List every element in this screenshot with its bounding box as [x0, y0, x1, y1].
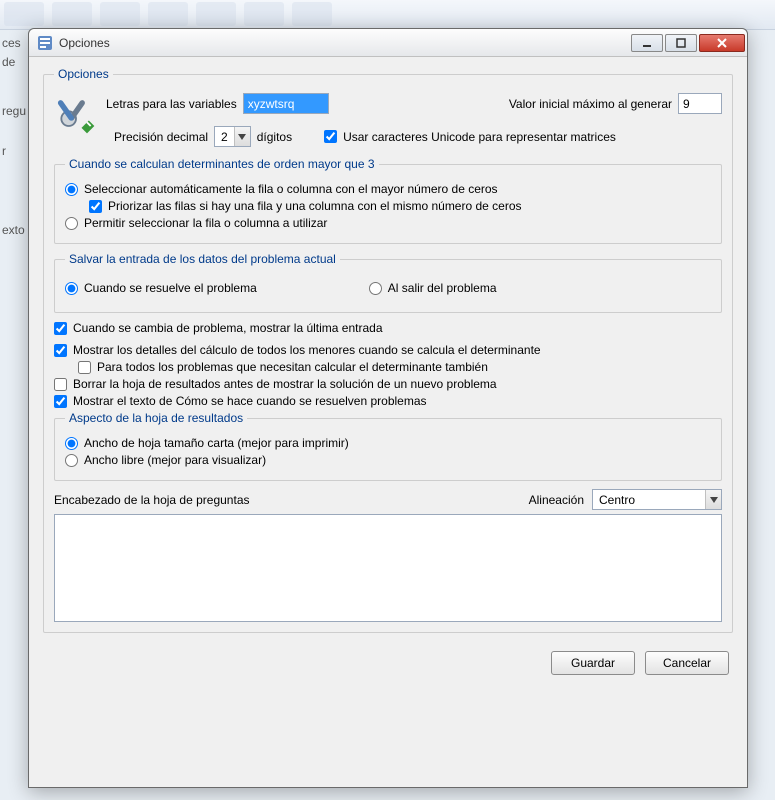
encabezado-label: Encabezado de la hoja de preguntas	[54, 493, 250, 507]
para-todos-checkbox[interactable]	[78, 361, 91, 374]
precision-label: Precisión decimal	[114, 130, 208, 144]
permitir-radio[interactable]	[65, 217, 78, 230]
unicode-checkbox[interactable]	[324, 130, 337, 143]
variables-label: Letras para las variables	[106, 97, 237, 111]
aspecto-legend: Aspecto de la hoja de resultados	[65, 411, 247, 425]
window-title: Opciones	[59, 36, 629, 50]
alineacion-label: Alineación	[529, 493, 584, 507]
aspecto-group: Aspecto de la hoja de resultados Ancho d…	[54, 411, 722, 481]
app-icon	[37, 35, 53, 51]
como-checkbox[interactable]	[54, 395, 67, 408]
borrar-checkbox[interactable]	[54, 378, 67, 391]
salvar-legend: Salvar la entrada de los datos del probl…	[65, 252, 340, 266]
salvar-solve-radio[interactable]	[65, 282, 78, 295]
detalles-label: Mostrar los detalles del cálculo de todo…	[73, 343, 541, 357]
background-toolbar	[0, 0, 775, 30]
chevron-down-icon	[705, 490, 721, 509]
salvar-exit-label: Al salir del problema	[388, 281, 497, 295]
opciones-group: Opciones Letras para las variables Valor…	[43, 67, 733, 633]
libre-radio[interactable]	[65, 454, 78, 467]
libre-label: Ancho libre (mejor para visualizar)	[84, 453, 266, 467]
permitir-label: Permitir seleccionar la fila o columna a…	[84, 216, 327, 230]
opciones-legend: Opciones	[54, 67, 113, 81]
auto-label: Seleccionar automáticamente la fila o co…	[84, 182, 498, 196]
precision-select[interactable]: 2	[214, 126, 251, 147]
detalles-checkbox[interactable]	[54, 344, 67, 357]
settings-icon	[54, 93, 98, 137]
cambia-label: Cuando se cambia de problema, mostrar la…	[73, 321, 383, 335]
valor-inicial-label: Valor inicial máximo al generar	[509, 97, 672, 111]
maximize-button[interactable]	[665, 34, 697, 52]
determinantes-legend: Cuando se calculan determinantes de orde…	[65, 157, 379, 171]
carta-label: Ancho de hoja tamaño carta (mejor para i…	[84, 436, 349, 450]
variables-input[interactable]	[243, 93, 329, 114]
minimize-button[interactable]	[631, 34, 663, 52]
valor-inicial-input[interactable]	[678, 93, 722, 114]
auto-radio[interactable]	[65, 183, 78, 196]
salvar-exit-radio[interactable]	[369, 282, 382, 295]
encabezado-textarea[interactable]	[54, 514, 722, 622]
borrar-label: Borrar la hoja de resultados antes de mo…	[73, 377, 497, 391]
cancelar-button[interactable]: Cancelar	[645, 651, 729, 675]
como-label: Mostrar el texto de Cómo se hace cuando …	[73, 394, 427, 408]
options-dialog: Opciones Opciones Letras para las variab…	[28, 28, 748, 788]
titlebar: Opciones	[29, 29, 747, 57]
alineacion-select[interactable]: Centro	[592, 489, 722, 510]
para-todos-label: Para todos los problemas que necesitan c…	[97, 360, 488, 374]
salvar-solve-label: Cuando se resuelve el problema	[84, 281, 257, 295]
dialog-footer: Guardar Cancelar	[43, 641, 733, 675]
carta-radio[interactable]	[65, 437, 78, 450]
chevron-down-icon	[234, 127, 250, 146]
salvar-group: Salvar la entrada de los datos del probl…	[54, 252, 722, 313]
priorizar-label: Priorizar las filas si hay una fila y un…	[108, 199, 522, 213]
unicode-label: Usar caracteres Unicode para representar…	[343, 130, 616, 144]
cambia-checkbox[interactable]	[54, 322, 67, 335]
close-button[interactable]	[699, 34, 745, 52]
priorizar-checkbox[interactable]	[89, 200, 102, 213]
determinantes-group: Cuando se calculan determinantes de orde…	[54, 157, 722, 244]
guardar-button[interactable]: Guardar	[551, 651, 635, 675]
background-left-panel: ces de regu r exto	[0, 30, 25, 800]
precision-unit: dígitos	[257, 130, 292, 144]
